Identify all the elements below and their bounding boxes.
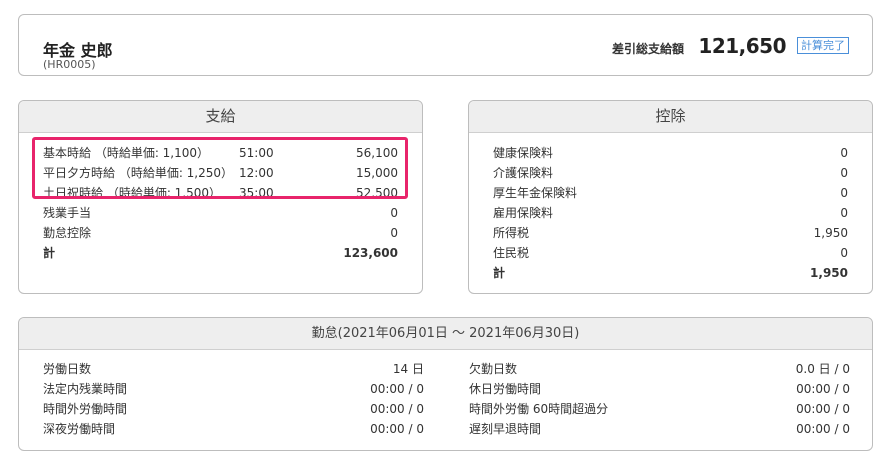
- deduction-row-label: 厚生年金保険料: [493, 186, 578, 200]
- deduction-row: 住民税 0: [493, 243, 848, 263]
- deduction-row-value: 1,950: [813, 226, 848, 240]
- attendance-row-label: 法定内残業時間: [43, 382, 128, 396]
- deduction-rows: 健康保険料 0 介護保険料 0 厚生年金保険料 0 雇用保険料 0 所得税 1,…: [493, 143, 848, 283]
- attendance-row-value: 00:00 / 0: [370, 382, 424, 396]
- payment-row-value: 15,000: [356, 166, 398, 180]
- payment-row-label: 基本時給 （時給単価: 1,100）: [43, 146, 210, 160]
- deduction-panel: 控除 健康保険料 0 介護保険料 0 厚生年金保険料 0 雇用保険料 0 所得税…: [468, 100, 873, 294]
- payment-row: 基本時給 （時給単価: 1,100） 51:00 56,100: [43, 143, 398, 163]
- attendance-row-value: 00:00 / 0: [370, 422, 424, 436]
- payment-row-hours: 12:00: [239, 166, 274, 180]
- deduction-row-label: 所得税: [493, 226, 530, 240]
- attendance-row-value: 00:00 / 0: [370, 402, 424, 416]
- deduction-row-label: 健康保険料: [493, 146, 554, 160]
- deduction-row: 介護保険料 0: [493, 163, 848, 183]
- attendance-row: 休日労働時間 00:00 / 0: [469, 379, 850, 399]
- deduction-row-value: 0: [840, 246, 848, 260]
- employee-header-card: 年金 史郎 (HR0005) 差引総支給額 121,650 計算完了: [18, 14, 873, 76]
- attendance-row-label: 休日労働時間: [469, 382, 542, 396]
- payment-row-value: 0: [390, 226, 398, 240]
- payment-rows: 基本時給 （時給単価: 1,100） 51:00 56,100 平日夕方時給 （…: [43, 143, 398, 263]
- net-pay-label: 差引総支給額: [611, 42, 684, 56]
- attendance-row-label: 労働日数: [43, 362, 92, 376]
- payment-row: 残業手当 0: [43, 203, 398, 223]
- attendance-right-column: 欠勤日数 0.0 日 / 0 休日労働時間 00:00 / 0 時間外労働 60…: [469, 359, 850, 439]
- deduction-row-label: 雇用保険料: [493, 206, 554, 220]
- deduction-row: 健康保険料 0: [493, 143, 848, 163]
- payment-row-hours: 35:00: [239, 186, 274, 200]
- calculation-status-badge: 計算完了: [797, 37, 849, 54]
- payment-row-hours: 51:00: [239, 146, 274, 160]
- deduction-row-value: 0: [840, 166, 848, 180]
- attendance-row-label: 時間外労働時間: [43, 402, 128, 416]
- payment-row: 土日祝時給 （時給単価: 1,500） 35:00 52,500: [43, 183, 398, 203]
- attendance-row-label: 遅刻早退時間: [469, 422, 542, 436]
- deduction-row: 厚生年金保険料 0: [493, 183, 848, 203]
- payment-total-label: 計: [43, 246, 56, 260]
- attendance-panel: 勤怠(2021年06月01日 〜 2021年06月30日) 労働日数 14 日 …: [18, 317, 873, 451]
- attendance-row: 法定内残業時間 00:00 / 0: [43, 379, 424, 399]
- attendance-row-value: 00:00 / 0: [796, 402, 850, 416]
- payment-row-label: 勤怠控除: [43, 226, 92, 240]
- attendance-row-label: 欠勤日数: [469, 362, 518, 376]
- net-pay-amount: 121,650: [698, 34, 786, 58]
- payment-total-row: 計 123,600: [43, 243, 398, 263]
- deduction-total-value: 1,950: [810, 266, 848, 280]
- attendance-row: 時間外労働 60時間超過分 00:00 / 0: [469, 399, 850, 419]
- payment-row: 勤怠控除 0: [43, 223, 398, 243]
- attendance-row: 欠勤日数 0.0 日 / 0: [469, 359, 850, 379]
- attendance-row-value: 00:00 / 0: [796, 422, 850, 436]
- payment-row-label: 残業手当: [43, 206, 92, 220]
- payment-row-value: 0: [390, 206, 398, 220]
- attendance-row: 遅刻早退時間 00:00 / 0: [469, 419, 850, 439]
- payment-row-value: 56,100: [356, 146, 398, 160]
- deduction-row-label: 住民税: [493, 246, 530, 260]
- attendance-row-value: 0.0 日 / 0: [795, 362, 850, 376]
- attendance-row: 労働日数 14 日: [43, 359, 424, 379]
- payment-row-label: 土日祝時給 （時給単価: 1,500）: [43, 186, 222, 200]
- payment-row-value: 52,500: [356, 186, 398, 200]
- payment-panel-title: 支給: [19, 101, 422, 133]
- payment-total-value: 123,600: [343, 246, 398, 260]
- payment-row-label: 平日夕方時給 （時給単価: 1,250）: [43, 166, 234, 180]
- attendance-row-value: 00:00 / 0: [796, 382, 850, 396]
- employee-code: (HR0005): [43, 58, 96, 71]
- deduction-row-label: 介護保険料: [493, 166, 554, 180]
- deduction-total-row: 計 1,950: [493, 263, 848, 283]
- deduction-row-value: 0: [840, 206, 848, 220]
- deduction-total-label: 計: [493, 266, 506, 280]
- attendance-panel-title: 勤怠(2021年06月01日 〜 2021年06月30日): [19, 318, 872, 350]
- deduction-row-value: 0: [840, 186, 848, 200]
- deduction-panel-title: 控除: [469, 101, 872, 133]
- payment-row: 平日夕方時給 （時給単価: 1,250） 12:00 15,000: [43, 163, 398, 183]
- attendance-left-column: 労働日数 14 日 法定内残業時間 00:00 / 0 時間外労働時間 00:0…: [43, 359, 424, 439]
- attendance-row: 時間外労働時間 00:00 / 0: [43, 399, 424, 419]
- deduction-row-value: 0: [840, 146, 848, 160]
- attendance-row-value: 14 日: [392, 362, 424, 376]
- deduction-row: 所得税 1,950: [493, 223, 848, 243]
- deduction-row: 雇用保険料 0: [493, 203, 848, 223]
- attendance-row-label: 時間外労働 60時間超過分: [469, 402, 609, 416]
- attendance-row: 深夜労働時間 00:00 / 0: [43, 419, 424, 439]
- payment-panel: 支給 基本時給 （時給単価: 1,100） 51:00 56,100 平日夕方時…: [18, 100, 423, 294]
- attendance-row-label: 深夜労働時間: [43, 422, 116, 436]
